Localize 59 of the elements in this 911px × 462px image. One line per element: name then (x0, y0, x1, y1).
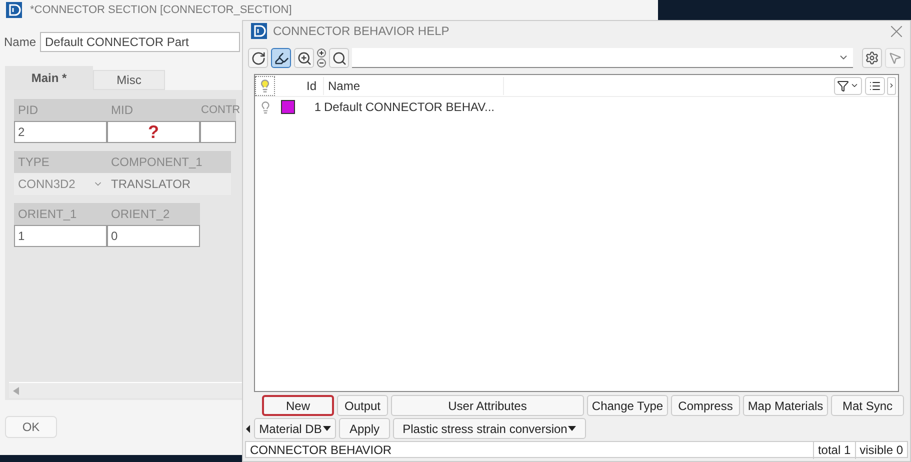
action-button[interactable]: Change Type (587, 395, 668, 416)
refresh-icon (250, 50, 266, 66)
visible-count: visible 0 (854, 440, 907, 458)
close-icon[interactable] (891, 26, 902, 36)
ok-button[interactable]: OK (5, 416, 57, 438)
table-row[interactable]: 1 Default CONNECTOR BEHAV... (255, 97, 898, 117)
pointer-icon (888, 51, 902, 65)
field-label: COMPONENT_1 (107, 151, 231, 173)
action-button[interactable]: Apply (339, 418, 390, 439)
action-button[interactable]: Plastic stress strain conversion (393, 418, 586, 439)
field-label: ORIENT_1 (14, 203, 107, 225)
field-label: MID (107, 99, 200, 121)
more-button[interactable] (887, 76, 896, 94)
action-button[interactable]: Map Materials (743, 395, 828, 416)
settings-button[interactable] (862, 48, 882, 68)
action-button[interactable]: Mat Sync (831, 395, 904, 416)
input-field[interactable]: 0 (107, 225, 200, 247)
chevron-right-icon (888, 81, 895, 90)
table-cell-text: Default CONNECTOR BEHAV... (324, 99, 494, 116)
input-field[interactable]: 2 (14, 121, 107, 143)
app-logo-icon (251, 23, 267, 39)
tab[interactable]: Misc (93, 70, 165, 90)
zoom-button[interactable] (294, 48, 314, 68)
column-header[interactable]: Id (300, 76, 324, 94)
dialog-title: CONNECTOR BEHAVIOR HELP (273, 23, 450, 40)
field-label: PID (14, 99, 107, 121)
input-field[interactable]: ? (107, 121, 200, 143)
action-button[interactable]: Output (337, 395, 388, 416)
name-field[interactable]: Default CONNECTOR Part (40, 32, 240, 52)
column-header[interactable]: Name (324, 76, 504, 94)
columns-button[interactable] (865, 76, 885, 94)
search-button[interactable] (329, 48, 349, 68)
zoom-in-icon (296, 50, 312, 66)
field-label: ORIENT_2 (107, 203, 200, 225)
input-field[interactable] (200, 121, 236, 143)
status-text: CONNECTOR BEHAVIOR (249, 442, 393, 458)
total-count: total 1 (812, 440, 855, 458)
zoom-step-icon[interactable] (317, 48, 326, 68)
refresh-button[interactable] (248, 48, 268, 68)
action-button[interactable]: Compress (671, 395, 740, 416)
name-label: Name (4, 34, 36, 51)
chevron-down-icon (850, 81, 859, 90)
action-button[interactable]: User Attributes (391, 395, 584, 416)
action-button[interactable]: New (262, 395, 334, 416)
table-cell-text: 1 (313, 99, 322, 116)
window-title: *CONNECTOR SECTION [CONNECTOR_SECTION] (30, 2, 292, 18)
action-button[interactable]: Material DB (254, 418, 336, 439)
field-label: TYPE (14, 151, 107, 173)
settings-icon (865, 51, 879, 65)
filter-icon (837, 80, 849, 92)
missing-value-mark: ? (148, 123, 159, 141)
tab[interactable]: Main * (5, 66, 93, 90)
readonly-field: TRANSLATOR (107, 173, 231, 195)
search-icon (332, 50, 346, 66)
input-field[interactable]: 1 (14, 225, 107, 247)
highlighter-icon (274, 50, 288, 66)
highlight-button[interactable] (271, 48, 291, 68)
scroll-left-icon (13, 386, 19, 394)
filter-button[interactable] (834, 76, 862, 94)
